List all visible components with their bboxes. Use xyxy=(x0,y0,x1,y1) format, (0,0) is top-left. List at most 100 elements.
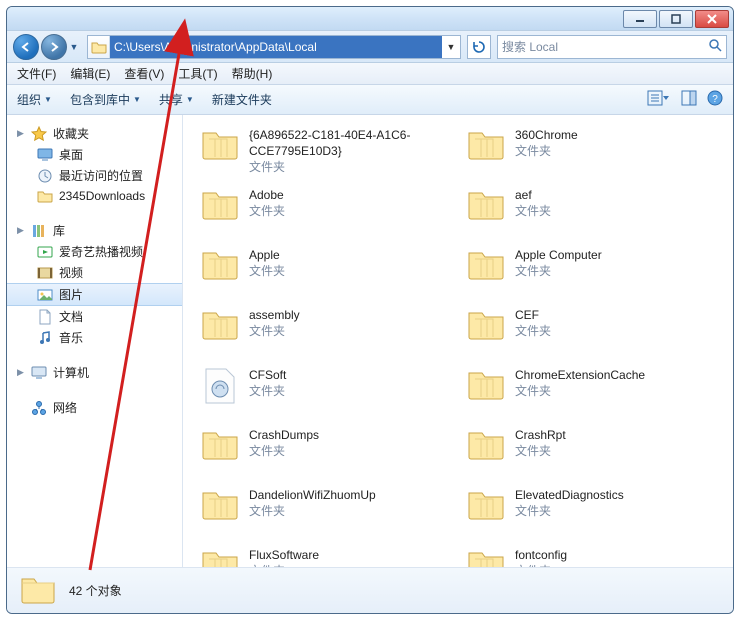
preview-pane-button[interactable] xyxy=(681,90,697,109)
folder-item[interactable]: fontconfig文件夹 xyxy=(463,543,717,567)
share-button[interactable]: 共享 ▼ xyxy=(159,91,194,108)
folder-name: {6A896522-C181-40E4-A1C6-CCE7795E10D3} xyxy=(249,127,439,159)
libraries-icon xyxy=(31,223,47,239)
refresh-button[interactable] xyxy=(467,35,491,59)
folder-type: 文件夹 xyxy=(515,383,645,399)
folder-name: CFSoft xyxy=(249,367,286,383)
video-icon xyxy=(37,244,53,260)
folder-name: DandelionWifiZhuomUp xyxy=(249,487,376,503)
folder-item[interactable]: ElevatedDiagnostics文件夹 xyxy=(463,483,717,539)
include-library-button[interactable]: 包含到库中 ▼ xyxy=(70,91,141,108)
folder-item[interactable]: FluxSoftware文件夹 xyxy=(197,543,451,567)
folder-icon xyxy=(465,485,507,527)
recent-icon xyxy=(37,168,53,184)
view-mode-button[interactable] xyxy=(647,90,671,109)
folder-type: 文件夹 xyxy=(249,563,319,567)
folder-item[interactable]: 360Chrome文件夹 xyxy=(463,123,717,179)
back-button[interactable] xyxy=(13,34,39,60)
folder-item[interactable]: Apple文件夹 xyxy=(197,243,451,299)
sidebar-item-iqiyi[interactable]: 爱奇艺热播视频 xyxy=(7,241,182,262)
folder-name: CEF xyxy=(515,307,551,323)
sidebar-item-favorites[interactable]: ▶ 收藏夹 xyxy=(7,123,182,144)
organize-button[interactable]: 组织 ▼ xyxy=(17,91,52,108)
folder-name: assembly xyxy=(249,307,300,323)
folder-icon xyxy=(199,485,241,527)
folder-icon xyxy=(199,125,241,167)
folder-item[interactable]: ChromeExtensionCache文件夹 xyxy=(463,363,717,419)
folder-icon xyxy=(465,545,507,567)
file-list[interactable]: {6A896522-C181-40E4-A1C6-CCE7795E10D3}文件… xyxy=(183,115,733,567)
nav-history-dropdown[interactable]: ▼ xyxy=(67,37,81,57)
menu-edit[interactable]: 编辑(E) xyxy=(70,65,110,82)
sidebar-item-desktop[interactable]: 桌面 xyxy=(7,144,182,165)
new-folder-button[interactable]: 新建文件夹 xyxy=(212,91,272,108)
documents-icon xyxy=(37,309,53,325)
folder-type: 文件夹 xyxy=(249,159,439,175)
svg-text:?: ? xyxy=(712,94,718,105)
folder-item[interactable]: Adobe文件夹 xyxy=(197,183,451,239)
folder-item[interactable]: CrashDumps文件夹 xyxy=(197,423,451,479)
sidebar-item-computer[interactable]: ▶ 计算机 xyxy=(7,362,182,383)
film-icon xyxy=(37,265,53,281)
address-dropdown[interactable]: ▼ xyxy=(442,42,460,52)
folder-type: 文件夹 xyxy=(249,503,376,519)
folder-item[interactable]: CFSoft文件夹 xyxy=(197,363,451,419)
folder-item[interactable]: assembly文件夹 xyxy=(197,303,451,359)
star-icon xyxy=(31,126,47,142)
address-path[interactable]: C:\Users\Administrator\AppData\Local xyxy=(110,36,442,58)
close-button[interactable] xyxy=(695,10,729,28)
address-bar[interactable]: C:\Users\Administrator\AppData\Local ▼ xyxy=(87,35,461,59)
music-icon xyxy=(37,330,53,346)
sidebar-item-music[interactable]: 音乐 xyxy=(7,327,182,348)
sidebar-item-libraries[interactable]: ▶ 库 xyxy=(7,220,182,241)
folder-name: FluxSoftware xyxy=(249,547,319,563)
menu-help[interactable]: 帮助(H) xyxy=(232,65,273,82)
folder-icon xyxy=(199,545,241,567)
explorer-window: ▼ C:\Users\Administrator\AppData\Local ▼… xyxy=(6,6,734,614)
sidebar-item-label: 音乐 xyxy=(59,329,83,346)
folder-name: Apple xyxy=(249,247,285,263)
sidebar-item-label: 计算机 xyxy=(53,364,89,381)
forward-button[interactable] xyxy=(41,34,67,60)
sidebar-item-label: 视频 xyxy=(59,264,83,281)
nav-buttons: ▼ xyxy=(13,34,81,60)
folder-icon xyxy=(19,572,57,610)
folder-icon xyxy=(199,425,241,467)
sidebar-item-network[interactable]: ▶ 网络 xyxy=(7,397,182,418)
folder-icon xyxy=(199,185,241,227)
network-icon xyxy=(31,400,47,416)
explorer-body: ▶ 收藏夹 桌面 最近访问的位置 2345Downloads xyxy=(7,115,733,567)
search-placeholder: 搜索 Local xyxy=(502,38,558,55)
sidebar-item-label: 网络 xyxy=(53,399,77,416)
sidebar-item-documents[interactable]: 文档 xyxy=(7,306,182,327)
menu-file[interactable]: 文件(F) xyxy=(17,65,56,82)
folder-item[interactable]: aef文件夹 xyxy=(463,183,717,239)
sidebar-group-favorites: ▶ 收藏夹 桌面 最近访问的位置 2345Downloads xyxy=(7,123,182,206)
folder-item[interactable]: CEF文件夹 xyxy=(463,303,717,359)
maximize-button[interactable] xyxy=(659,10,693,28)
menu-view[interactable]: 查看(V) xyxy=(124,65,164,82)
sidebar-item-videos[interactable]: 视频 xyxy=(7,262,182,283)
folder-name: Apple Computer xyxy=(515,247,602,263)
folder-item[interactable]: {6A896522-C181-40E4-A1C6-CCE7795E10D3}文件… xyxy=(197,123,451,179)
folder-item[interactable]: Apple Computer文件夹 xyxy=(463,243,717,299)
sidebar-item-label: 桌面 xyxy=(59,146,83,163)
sidebar-item-label: 库 xyxy=(53,222,65,239)
folder-item[interactable]: CrashRpt文件夹 xyxy=(463,423,717,479)
sidebar-item-2345downloads[interactable]: 2345Downloads xyxy=(7,186,182,206)
folder-icon xyxy=(199,365,241,407)
folder-icon xyxy=(199,245,241,287)
folder-name: aef xyxy=(515,187,551,203)
sidebar-group-computer: ▶ 计算机 xyxy=(7,362,182,383)
folder-item[interactable]: DandelionWifiZhuomUp文件夹 xyxy=(197,483,451,539)
sidebar-item-pictures[interactable]: 图片 xyxy=(7,283,182,306)
pictures-icon xyxy=(37,287,53,303)
menu-tools[interactable]: 工具(T) xyxy=(178,65,217,82)
minimize-button[interactable] xyxy=(623,10,657,28)
sidebar-item-recent[interactable]: 最近访问的位置 xyxy=(7,165,182,186)
folder-type: 文件夹 xyxy=(515,503,624,519)
sidebar-item-label: 2345Downloads xyxy=(59,189,145,203)
search-input[interactable]: 搜索 Local xyxy=(497,35,727,59)
sidebar-group-network: ▶ 网络 xyxy=(7,397,182,418)
help-button[interactable]: ? xyxy=(707,90,723,109)
